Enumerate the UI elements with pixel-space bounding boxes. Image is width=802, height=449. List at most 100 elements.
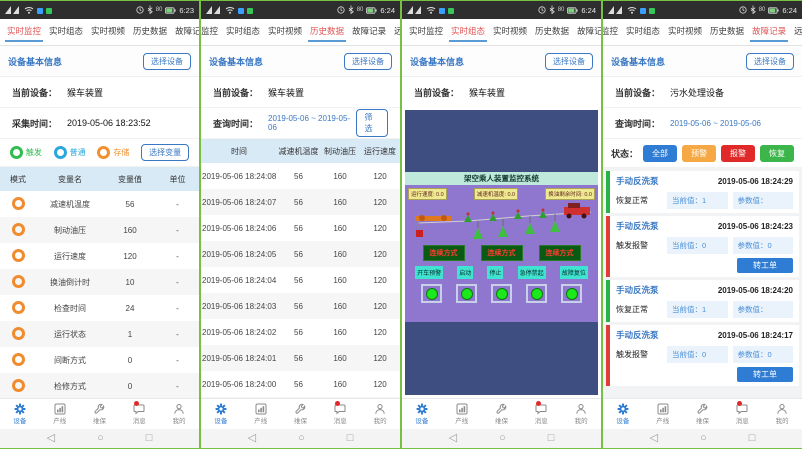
collect-time-value: 2019-05-06 18:23:52 <box>67 118 151 128</box>
section-title: 设备基本信息 <box>8 55 62 68</box>
android-back-button[interactable]: ◁ <box>248 433 256 444</box>
current-value-field: 当前值：1 <box>667 301 728 318</box>
android-back-button[interactable]: ◁ <box>47 433 55 444</box>
android-back-button[interactable]: ◁ <box>650 433 658 444</box>
nav-item-消息[interactable]: 消息 <box>119 403 159 425</box>
nav-item-设备[interactable]: 设备 <box>0 403 40 425</box>
tab-故障记录[interactable]: 故障记录 <box>174 19 199 43</box>
mode-button[interactable]: 连续方式 <box>539 245 581 261</box>
nav-item-我的[interactable]: 我的 <box>360 403 400 425</box>
android-recents-button[interactable]: □ <box>146 433 153 444</box>
tab-实时监控[interactable]: 实时监控 <box>201 19 219 43</box>
nav-item-产线[interactable]: 产线 <box>643 403 683 425</box>
tab-远程控制[interactable]: 远程控制 <box>393 19 400 43</box>
nav-item-消息[interactable]: 消息 <box>722 403 762 425</box>
select-device-button[interactable]: 选择设备 <box>344 53 392 70</box>
status-filter-恢复[interactable]: 恢复 <box>760 145 794 162</box>
android-recents-button[interactable]: □ <box>749 433 756 444</box>
column-header: 单位 <box>156 167 199 191</box>
tab-实时组态[interactable]: 实时组态 <box>450 19 486 43</box>
tab-历史数据[interactable]: 历史数据 <box>709 19 745 43</box>
control-button-故障复位[interactable]: 故障复位 <box>560 266 588 279</box>
work-order-button[interactable]: 转工单 <box>737 367 793 382</box>
nav-item-我的[interactable]: 我的 <box>561 403 601 425</box>
nav-item-我的[interactable]: 我的 <box>762 403 802 425</box>
nav-item-设备[interactable]: 设备 <box>402 403 442 425</box>
table-header-row: 时间减速机温度制动油压运行速度 <box>201 139 400 163</box>
mode-button[interactable]: 连续方式 <box>481 245 523 261</box>
status-label: 状态： <box>611 147 638 160</box>
tab-历史数据[interactable]: 历史数据 <box>309 19 345 43</box>
control-button-开车预警[interactable]: 开车预警 <box>415 266 443 279</box>
nav-item-维保[interactable]: 维保 <box>482 403 522 425</box>
tab-远程控制[interactable]: 远程控制 <box>793 19 802 43</box>
query-range[interactable]: 2019-05-06 ~ 2019-05-06 <box>268 114 356 132</box>
tab-实时组态[interactable]: 实时组态 <box>48 19 84 43</box>
filter-button[interactable]: 筛选 <box>356 109 388 137</box>
notification-dot-icon <box>37 1 43 19</box>
bottom-nav: 设备产线维保消息我的 <box>201 398 400 429</box>
nav-item-消息[interactable]: 消息 <box>521 403 561 425</box>
filter-option-存储[interactable]: 存储 <box>97 146 129 159</box>
select-variable-button[interactable]: 选择变量 <box>141 144 189 161</box>
scada-screen: 运行速度: 0.0减速机温度: 0.0换油剩余时间: 0.0 <box>405 185 598 322</box>
control-button-急停禁起[interactable]: 急停禁起 <box>518 266 546 279</box>
status-bar: 806:24 <box>201 1 400 19</box>
tab-历史数据[interactable]: 历史数据 <box>534 19 570 43</box>
android-home-button[interactable]: ○ <box>298 433 305 444</box>
android-back-button[interactable]: ◁ <box>449 433 457 444</box>
tab-故障记录[interactable]: 故障记录 <box>751 19 787 43</box>
tab-故障记录[interactable]: 故障记录 <box>576 19 601 43</box>
message-icon <box>535 403 547 415</box>
tab-历史数据[interactable]: 历史数据 <box>132 19 168 43</box>
notification-dot-icon <box>238 1 244 19</box>
nav-item-维保[interactable]: 维保 <box>281 403 321 425</box>
gear-icon <box>215 403 227 415</box>
gear-icon <box>617 403 629 415</box>
mode-button[interactable]: 连续方式 <box>423 245 465 261</box>
control-button-停止[interactable]: 停止 <box>487 266 503 279</box>
nav-item-维保[interactable]: 维保 <box>80 403 120 425</box>
tab-实时视频[interactable]: 实时视频 <box>492 19 528 43</box>
nav-item-维保[interactable]: 维保 <box>683 403 723 425</box>
nav-item-产线[interactable]: 产线 <box>40 403 80 425</box>
android-recents-button[interactable]: □ <box>548 433 555 444</box>
work-order-button[interactable]: 转工单 <box>737 258 793 273</box>
tab-实时监控[interactable]: 实时监控 <box>408 19 444 43</box>
device-label: 当前设备： <box>414 86 459 99</box>
nav-item-消息[interactable]: 消息 <box>320 403 360 425</box>
gear-icon <box>416 403 428 415</box>
android-home-button[interactable]: ○ <box>700 433 707 444</box>
select-device-button[interactable]: 选择设备 <box>545 53 593 70</box>
mode-icon <box>12 197 25 210</box>
tab-实时组态[interactable]: 实时组态 <box>625 19 661 43</box>
nav-item-我的[interactable]: 我的 <box>159 403 199 425</box>
nav-item-设备[interactable]: 设备 <box>603 403 643 425</box>
filter-option-普通[interactable]: 普通 <box>54 146 86 159</box>
select-device-button[interactable]: 选择设备 <box>746 53 794 70</box>
nav-item-产线[interactable]: 产线 <box>442 403 482 425</box>
tab-实时监控[interactable]: 实时监控 <box>6 19 42 43</box>
device-name: 污水处理设备 <box>670 86 724 99</box>
android-recents-button[interactable]: □ <box>347 433 354 444</box>
status-filter-全部[interactable]: 全部 <box>643 145 677 162</box>
tab-故障记录[interactable]: 故障记录 <box>351 19 387 43</box>
nav-item-设备[interactable]: 设备 <box>201 403 241 425</box>
android-nav-bar: ◁ ○ □ <box>0 429 199 448</box>
nav-item-产线[interactable]: 产线 <box>241 403 281 425</box>
tab-实时组态[interactable]: 实时组态 <box>225 19 261 43</box>
scada-value-labels: 运行速度: 0.0减速机温度: 0.0换油剩余时间: 0.0 <box>408 188 595 200</box>
select-device-button[interactable]: 选择设备 <box>143 53 191 70</box>
filter-option-触发[interactable]: 触发 <box>10 146 42 159</box>
android-home-button[interactable]: ○ <box>499 433 506 444</box>
tab-实时视频[interactable]: 实时视频 <box>267 19 303 43</box>
tab-实时视频[interactable]: 实时视频 <box>90 19 126 43</box>
tab-实时视频[interactable]: 实时视频 <box>667 19 703 43</box>
query-range[interactable]: 2019-05-06 ~ 2019-05-06 <box>670 119 761 128</box>
status-filter-报警[interactable]: 报警 <box>721 145 755 162</box>
tab-实时监控[interactable]: 实时监控 <box>603 19 619 43</box>
android-home-button[interactable]: ○ <box>97 433 104 444</box>
variable-filters: 触发普通存储选择变量 <box>0 139 199 167</box>
status-filter-预警[interactable]: 预警 <box>682 145 716 162</box>
control-button-启动[interactable]: 启动 <box>457 266 473 279</box>
